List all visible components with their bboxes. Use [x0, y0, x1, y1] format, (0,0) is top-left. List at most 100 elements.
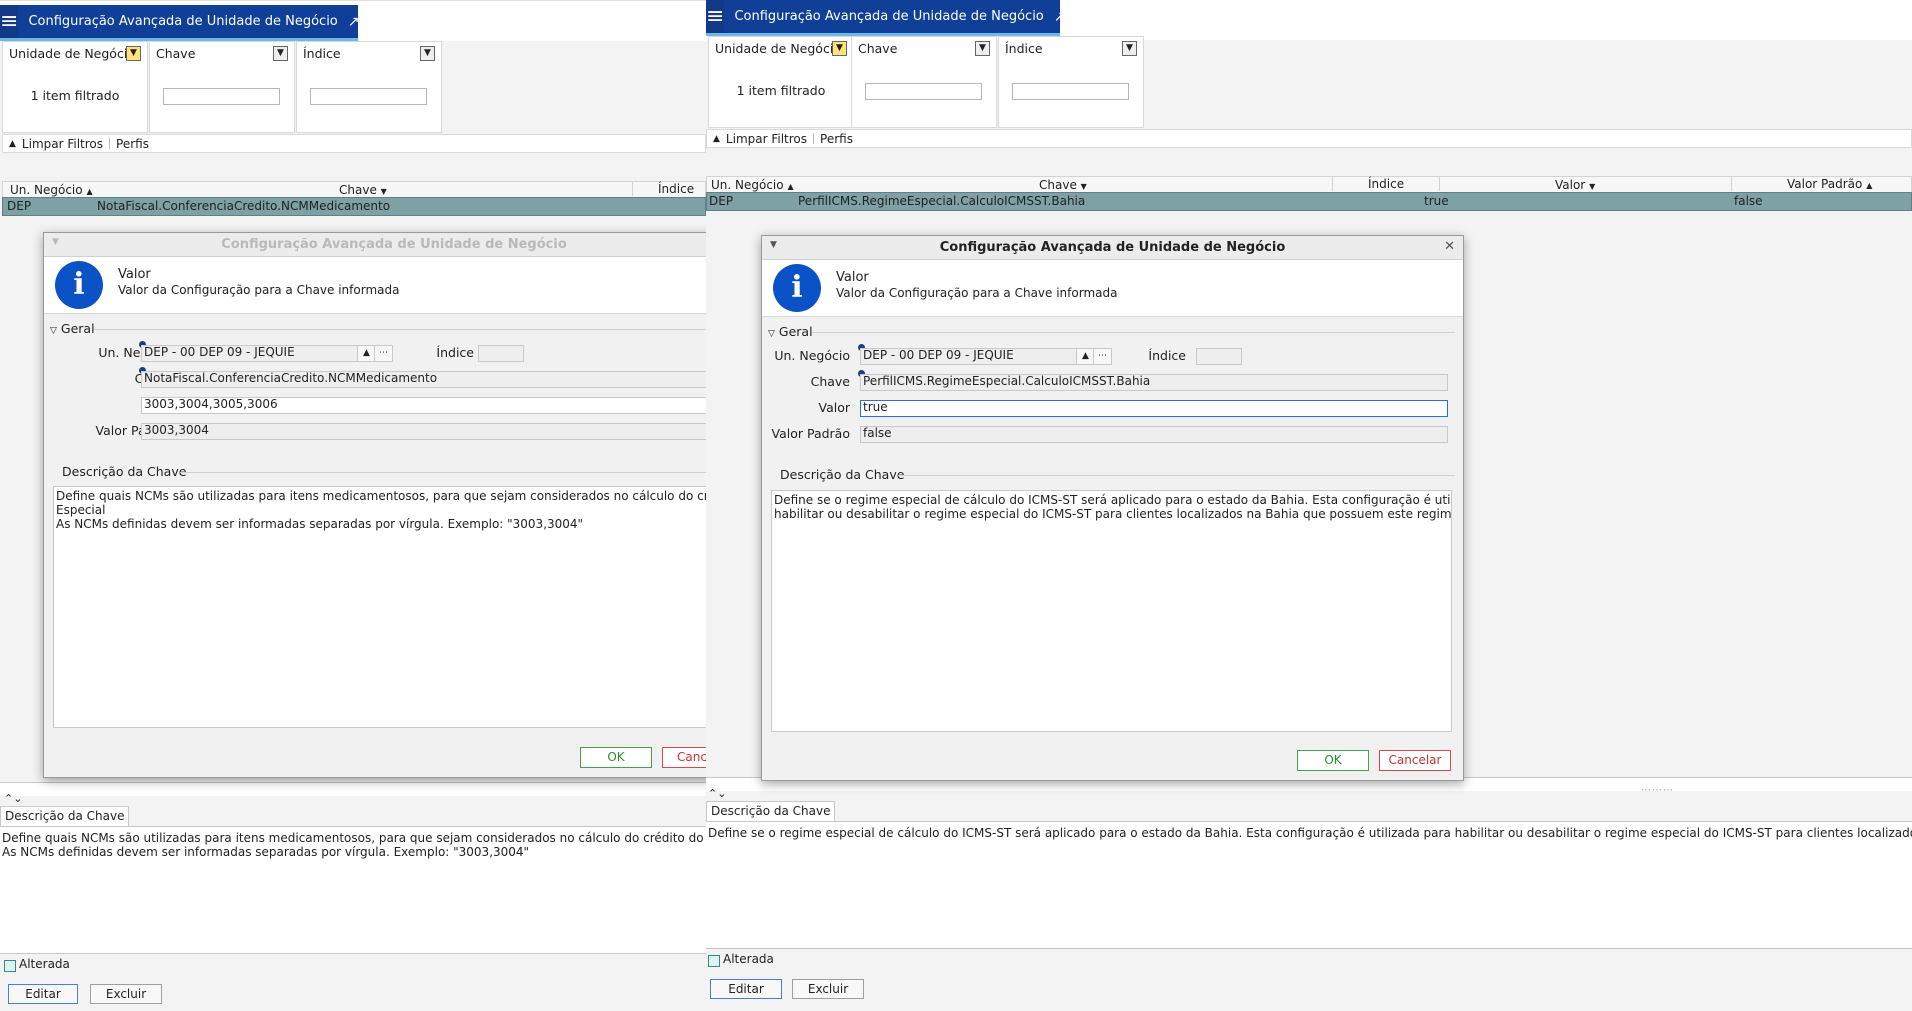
filter-icon[interactable]: ▼	[1122, 41, 1137, 56]
limpar-filtros-button[interactable]: Limpar Filtros	[726, 132, 813, 146]
col-header-valor[interactable]: Valor ▼	[1555, 178, 1595, 192]
filter-icon[interactable]: ▼	[126, 46, 141, 61]
detach-icon[interactable]: ↗	[348, 14, 360, 30]
left-window-tab[interactable]: ≡ Configuração Avançada de Unidade de Ne…	[0, 5, 383, 38]
menu-icon[interactable]: ≡	[0, 5, 19, 38]
valor-padrao-field[interactable]: false	[860, 426, 1448, 443]
col-header-valor-padrao-label: Valor Padrão	[1787, 177, 1863, 191]
chave-field[interactable]: PerfilICMS.RegimeEspecial.CalculoICMSST.…	[860, 374, 1448, 391]
perfis-button[interactable]: Perfis	[110, 137, 155, 151]
filter-indice-input[interactable]	[310, 88, 427, 105]
un-negocio-field[interactable]: DEP - 00 DEP 09 - JEQUIE	[860, 348, 1080, 365]
descricao-textarea[interactable]: Define quais NCMs são utilizadas para it…	[53, 486, 706, 728]
more-icon[interactable]: ⋯	[1093, 348, 1112, 365]
right-window: ≡ Configuração Avançada de Unidade de Ne…	[706, 0, 1912, 1011]
cell-un: DEP	[709, 194, 734, 208]
editar-button[interactable]: Editar	[710, 979, 782, 999]
col-header-indice[interactable]: Índice	[632, 182, 694, 196]
collapse-icon: ▽	[50, 326, 57, 336]
valor-field[interactable]: 3003,3004,3005,3006	[141, 397, 706, 414]
ok-button[interactable]: OK	[1297, 750, 1369, 771]
detail-description: Define se o regime especial de cálculo d…	[706, 821, 1912, 949]
dialog-header-subtitle: Valor da Configuração para a Chave infor…	[836, 286, 1118, 300]
valor-field[interactable]: true	[860, 400, 1448, 417]
sort-asc-icon: ▲	[787, 182, 794, 191]
table-row[interactable]: DEP NotaFiscal.ConferenciaCredito.NCMMed…	[2, 197, 706, 216]
section-descricao: Descrição da Chave	[780, 467, 905, 482]
filter-card-unidade[interactable]: Unidade de Negócio ▼ 1 item filtrado	[708, 36, 854, 128]
dialog-menu-icon[interactable]: ▼	[770, 240, 777, 250]
alterada-checkbox[interactable]	[708, 955, 720, 967]
col-header-valor-padrao[interactable]: Valor Padrão ▲	[1731, 177, 1872, 191]
limpar-filtros-button[interactable]: Limpar Filtros	[22, 137, 109, 151]
un-negocio-field[interactable]: DEP - 00 DEP 09 - JEQUIE	[141, 345, 361, 362]
menu-icon[interactable]: ≡	[706, 0, 725, 33]
dialog-header: i Valor Valor da Configuração para a Cha…	[44, 257, 706, 314]
cancel-button[interactable]: Cancelar	[1379, 750, 1451, 771]
filter-card-chave[interactable]: Chave ▼	[851, 36, 997, 128]
cancel-button[interactable]: Cance	[662, 747, 706, 768]
more-icon[interactable]: ⋯	[374, 345, 393, 362]
dialog-close-icon[interactable]: ✕	[1444, 239, 1455, 254]
descricao-textarea[interactable]: Define se o regime especial de cálculo d…	[771, 490, 1452, 732]
close-icon[interactable]: ✕	[1078, 9, 1090, 25]
col-header-chave-label: Chave	[339, 183, 377, 197]
col-header-chave[interactable]: Chave ▼	[1039, 178, 1087, 192]
splitter[interactable]	[0, 782, 706, 796]
close-icon[interactable]: ✕	[372, 14, 384, 30]
detail-description: Define quais NCMs são utilizadas para it…	[0, 826, 706, 954]
filter-icon[interactable]: ▼	[273, 46, 288, 61]
excluir-button[interactable]: Excluir	[792, 979, 864, 999]
col-header-valor-label: Valor	[1555, 178, 1586, 192]
dialog-header: i Valor Valor da Configuração para a Cha…	[762, 260, 1463, 317]
filter-label-unidade: Unidade de Negócio	[715, 41, 841, 56]
left-window: ≡ Configuração Avançada de Unidade de Ne…	[0, 0, 707, 1011]
right-window-tab[interactable]: ≡ Configuração Avançada de Unidade de Ne…	[706, 0, 1089, 33]
desc-line-3: As NCMs definidas devem ser informadas s…	[56, 517, 584, 531]
detail-tab[interactable]: Descrição da Chave	[0, 806, 130, 827]
collapse-icon: ▽	[768, 329, 775, 339]
filter-toolbar: ▲ Limpar Filtros Perfis	[706, 129, 1912, 148]
collapse-icon[interactable]: ▲	[707, 134, 726, 144]
col-header-chave[interactable]: Chave ▼	[339, 183, 387, 197]
table-row[interactable]: DEP PerfilICMS.RegimeEspecial.CalculoICM…	[706, 192, 1912, 211]
dialog-menu-icon[interactable]: ▼	[52, 237, 59, 247]
col-header-un[interactable]: Un. Negócio ▲	[711, 178, 794, 192]
filter-icon[interactable]: ▼	[832, 41, 847, 56]
desc-line-2: Especial	[56, 503, 106, 517]
expand-collapse-icon[interactable]: ⌃⌄	[4, 792, 22, 805]
ok-button[interactable]: OK	[580, 747, 652, 768]
desc-line-2: habilitar ou desabilitar o regime especi…	[774, 507, 1452, 521]
perfis-button[interactable]: Perfis	[814, 132, 859, 146]
editar-button[interactable]: Editar	[8, 984, 78, 1004]
col-header-un-label: Un. Negócio	[711, 178, 784, 192]
section-geral[interactable]: ▽ Geral	[50, 321, 95, 336]
collapse-icon[interactable]: ▲	[3, 139, 22, 149]
filter-chave-input[interactable]	[163, 88, 280, 105]
filter-card-unidade[interactable]: Unidade de Negócio ▼ 1 item filtrado	[2, 41, 148, 133]
filter-card-indice[interactable]: Índice ▼	[296, 41, 442, 133]
filter-card-chave[interactable]: Chave ▼	[149, 41, 295, 133]
detail-tab[interactable]: Descrição da Chave	[706, 801, 836, 822]
indice-field[interactable]	[478, 345, 524, 362]
filter-icon[interactable]: ▼	[420, 46, 435, 61]
left-config-dialog: Configuração Avançada de Unidade de Negó…	[43, 232, 706, 778]
expand-collapse-icon[interactable]: ⌃⌄	[708, 787, 726, 800]
valor-padrao-field[interactable]: 3003,3004	[141, 423, 706, 440]
splitter-grip-icon[interactable]: ⋯⋯⋯	[1641, 785, 1674, 796]
alterada-checkbox[interactable]	[4, 960, 16, 972]
section-geral[interactable]: ▽ Geral	[768, 324, 813, 339]
indice-field[interactable]	[1196, 348, 1242, 365]
filter-label-chave: Chave	[858, 41, 898, 56]
filter-indice-input[interactable]	[1012, 83, 1129, 100]
chave-field[interactable]: NotaFiscal.ConferenciaCredito.NCMMedicam…	[141, 371, 706, 388]
col-header-indice[interactable]: Índice	[1332, 177, 1441, 191]
detail-line-1: Define quais NCMs são utilizadas para it…	[2, 831, 706, 845]
label-un-negocio: Un. Negócio	[774, 348, 850, 363]
col-header-un[interactable]: Un. Negócio ▲	[10, 183, 93, 197]
excluir-button[interactable]: Excluir	[90, 984, 162, 1004]
detach-icon[interactable]: ↗	[1054, 9, 1066, 25]
filter-card-indice[interactable]: Índice ▼	[998, 36, 1144, 128]
filter-icon[interactable]: ▼	[975, 41, 990, 56]
filter-chave-input[interactable]	[865, 83, 982, 100]
